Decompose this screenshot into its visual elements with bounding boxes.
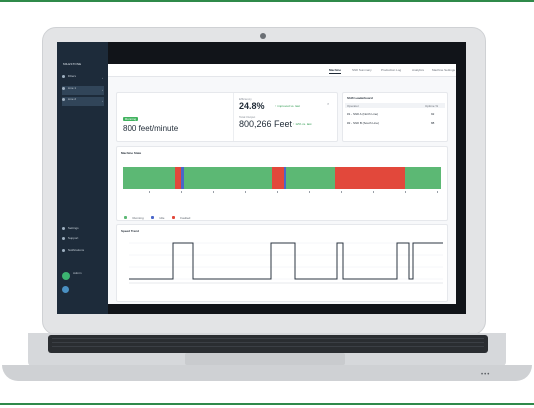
filter-icon	[62, 74, 65, 78]
state-faulted	[335, 167, 405, 189]
avatar[interactable]	[62, 272, 70, 280]
table-row[interactable]: #1 - Shift A (North Line) 92	[345, 111, 445, 117]
timeline-tick	[277, 191, 278, 193]
chevron-icon: ›	[102, 99, 103, 103]
timeline-tick	[405, 191, 406, 193]
machine-state-card: Machine State Running Idle Faulted	[116, 146, 448, 221]
chevron-icon: ›	[102, 88, 103, 92]
legend-label-running: Running	[132, 215, 144, 220]
line-icon	[62, 97, 65, 101]
sidebar: MILESTONE Filters › Line 1 › Line 2 › Se…	[57, 42, 108, 314]
sidebar-item-settings[interactable]: Settings	[62, 226, 104, 235]
status-lights-icon: •••	[481, 372, 491, 378]
table-row[interactable]: #2 - Shift B (South Line) 88	[345, 120, 445, 126]
line-icon	[62, 86, 65, 90]
timeline-ticks	[149, 191, 438, 193]
legend-label-faulted: Faulted	[180, 215, 191, 220]
webcam-icon	[260, 33, 266, 39]
chart-gridlines	[129, 242, 443, 280]
speed-series-line	[129, 242, 443, 280]
sidebar-item-support[interactable]: Support	[62, 236, 104, 245]
sidebar-item-label: Admin	[73, 271, 82, 275]
sidebar-item-line-2[interactable]: Line 2 ›	[62, 97, 104, 106]
timeline-tick	[437, 191, 438, 193]
operator-name: #1 - Shift A (North Line)	[347, 112, 379, 116]
gear-icon	[62, 226, 65, 230]
timeline-tick	[341, 191, 342, 193]
timeline-tick	[309, 191, 310, 193]
sidebar-item-filters[interactable]: Filters ›	[62, 74, 104, 83]
frame-bottom-line	[0, 403, 534, 405]
operator-name: #2 - Shift B (South Line)	[347, 121, 380, 125]
kpi-card: Running 800 feet/minute Efficiency 24.8%…	[116, 92, 338, 142]
timeline-tick	[373, 191, 374, 193]
state-running	[123, 167, 175, 189]
bell-icon	[62, 248, 65, 252]
legend-label-idle: Idle	[159, 215, 165, 220]
sidebar-item-label: Line 1	[67, 86, 77, 90]
sidebar-item-label: Support	[67, 236, 79, 240]
legend-swatch-faulted	[171, 216, 175, 220]
legend-swatch-idle	[151, 216, 155, 220]
uptime-value: 92	[431, 112, 435, 116]
tab-bar: Machine Shift Summary Production Log Ana…	[108, 64, 456, 77]
state-idle	[181, 167, 184, 189]
state-running	[286, 167, 335, 189]
sidebar-item-label: Line 2	[67, 97, 77, 101]
help-icon	[62, 236, 65, 240]
column-uptime: Uptime %	[425, 104, 439, 108]
uptime-value: 88	[431, 121, 435, 125]
state-faulted	[272, 167, 284, 189]
column-operator: Operator	[347, 104, 359, 108]
laptop-front-lip	[2, 365, 532, 381]
kpi-divider	[233, 93, 234, 141]
timeline-tick	[213, 191, 214, 193]
touchpad	[185, 353, 345, 365]
leaderboard-card: Shift Leaderboard Operator Uptime % #1 -…	[342, 92, 448, 142]
brand-logo: MILESTONE	[63, 62, 82, 66]
timeline-tick	[149, 191, 150, 193]
output-value: 800,266 Feet	[239, 119, 293, 129]
state-idle	[284, 167, 286, 189]
sidebar-item-label: Filters	[67, 74, 77, 78]
sidebar-item-label: Settings	[67, 226, 79, 230]
efficiency-note: ↑ improved vs. last	[275, 104, 300, 108]
status-badge: Running	[123, 117, 139, 121]
chevron-icon: ›	[102, 76, 103, 80]
sidebar-item-notifications[interactable]: Notifications	[62, 248, 104, 257]
timeline-tick	[245, 191, 246, 193]
state-timeline	[123, 167, 441, 193]
output-note: ↑ 12% vs. last	[293, 122, 312, 126]
tab-analytics[interactable]: Analytics	[412, 68, 424, 72]
laptop-screen: MILESTONE Filters › Line 1 › Line 2 › Se…	[57, 42, 466, 314]
frame-top-line	[0, 0, 534, 2]
leaderboard-title: Shift Leaderboard	[347, 96, 373, 100]
speed-trend-title: Speed Trend	[121, 229, 140, 233]
state-faulted	[175, 167, 181, 189]
tab-machine-settings[interactable]: Machine Settings	[432, 68, 455, 72]
sidebar-item-admin[interactable]: Admin	[73, 271, 103, 280]
table-header: Operator Uptime %	[345, 103, 445, 108]
tab-machine[interactable]: Machine	[329, 68, 342, 74]
sidebar-item-line-1[interactable]: Line 1 ›	[62, 86, 104, 95]
dashboard: Machine Shift Summary Production Log Ana…	[108, 64, 456, 304]
state-running	[184, 167, 272, 189]
speed-value: 800 feet/minute	[123, 124, 179, 133]
tab-production-log[interactable]: Production Log	[381, 68, 401, 72]
sidebar-item-label: Notifications	[67, 248, 85, 252]
key-row	[52, 346, 484, 350]
legend-swatch-running	[124, 216, 127, 220]
user-avatar[interactable]	[62, 286, 69, 293]
machine-state-title: Machine State	[121, 151, 142, 155]
efficiency-value: 24.8%	[239, 101, 265, 111]
speed-trend-chart	[129, 242, 443, 284]
tab-shift-summary[interactable]: Shift Summary	[352, 68, 372, 72]
more-icon[interactable]: ×	[327, 101, 329, 106]
state-running	[405, 167, 441, 189]
timeline-tick	[181, 191, 182, 193]
speed-trend-card: Speed Trend	[116, 224, 448, 302]
